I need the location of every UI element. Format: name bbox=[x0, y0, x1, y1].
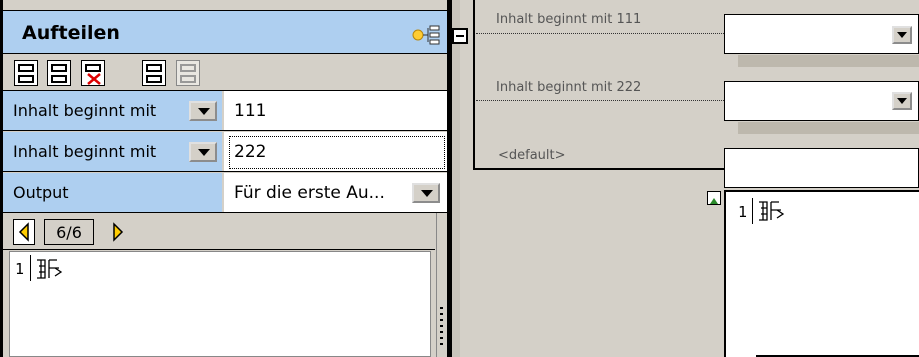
condition-label-1: Inhalt beginnt mit 111 bbox=[496, 12, 642, 27]
condition-label-2: Inhalt beginnt mit 222 bbox=[496, 80, 642, 95]
output-code-area[interactable] bbox=[9, 251, 431, 357]
splitter-grip-icon bbox=[440, 307, 443, 349]
condition-target-2[interactable] bbox=[724, 81, 919, 121]
condition-target-2-shadow bbox=[738, 122, 919, 134]
add-condition-before-icon[interactable] bbox=[14, 60, 38, 86]
move-condition-down-icon bbox=[176, 60, 200, 86]
condition-target-1[interactable] bbox=[724, 14, 919, 54]
xml-node-icon bbox=[35, 258, 63, 284]
condition-target-1-dropdown[interactable] bbox=[892, 26, 912, 44]
delete-condition-icon[interactable] bbox=[81, 60, 105, 86]
panel-title: Aufteilen bbox=[22, 22, 120, 44]
condition-vertical-line bbox=[473, 0, 475, 170]
add-condition-after-icon[interactable] bbox=[47, 60, 71, 86]
output-row: Output Für die erste Au... bbox=[3, 173, 447, 213]
collapse-icon[interactable] bbox=[452, 28, 468, 44]
split-tree-icon[interactable] bbox=[412, 24, 442, 46]
previous-page-icon[interactable] bbox=[13, 219, 35, 245]
condition-row-1-dropdown[interactable] bbox=[189, 101, 217, 121]
next-page-icon[interactable] bbox=[106, 219, 128, 245]
condition-bottom-line bbox=[473, 168, 725, 170]
focus-indicator bbox=[229, 136, 445, 169]
output-dropdown[interactable] bbox=[412, 183, 440, 203]
condition-label-default: <default> bbox=[498, 148, 566, 163]
condition-link-1 bbox=[476, 33, 724, 34]
condition-row-1: Inhalt beginnt mit 111 bbox=[3, 91, 447, 131]
right-xml-node-icon bbox=[757, 200, 785, 226]
condition-target-1-shadow bbox=[738, 55, 919, 67]
code-line-number: 1 bbox=[15, 260, 25, 278]
condition-link-2 bbox=[476, 100, 724, 101]
output-label: Output bbox=[3, 173, 222, 213]
right-gutter-separator bbox=[752, 198, 753, 224]
pager-divider bbox=[3, 249, 435, 250]
panel-gap bbox=[452, 0, 460, 357]
gutter-separator bbox=[30, 255, 31, 281]
default-target[interactable] bbox=[724, 148, 919, 188]
right-code-line-number: 1 bbox=[738, 203, 748, 221]
move-condition-up-icon[interactable] bbox=[142, 60, 166, 86]
condition-target-2-dropdown[interactable] bbox=[892, 92, 912, 110]
condition-row-2: Inhalt beginnt mit 222 bbox=[3, 132, 447, 172]
page-indicator: 6/6 bbox=[44, 219, 94, 245]
expand-up-icon[interactable] bbox=[707, 191, 721, 205]
condition-row-2-dropdown[interactable] bbox=[189, 142, 217, 162]
condition-row-1-value[interactable]: 111 bbox=[224, 91, 447, 130]
